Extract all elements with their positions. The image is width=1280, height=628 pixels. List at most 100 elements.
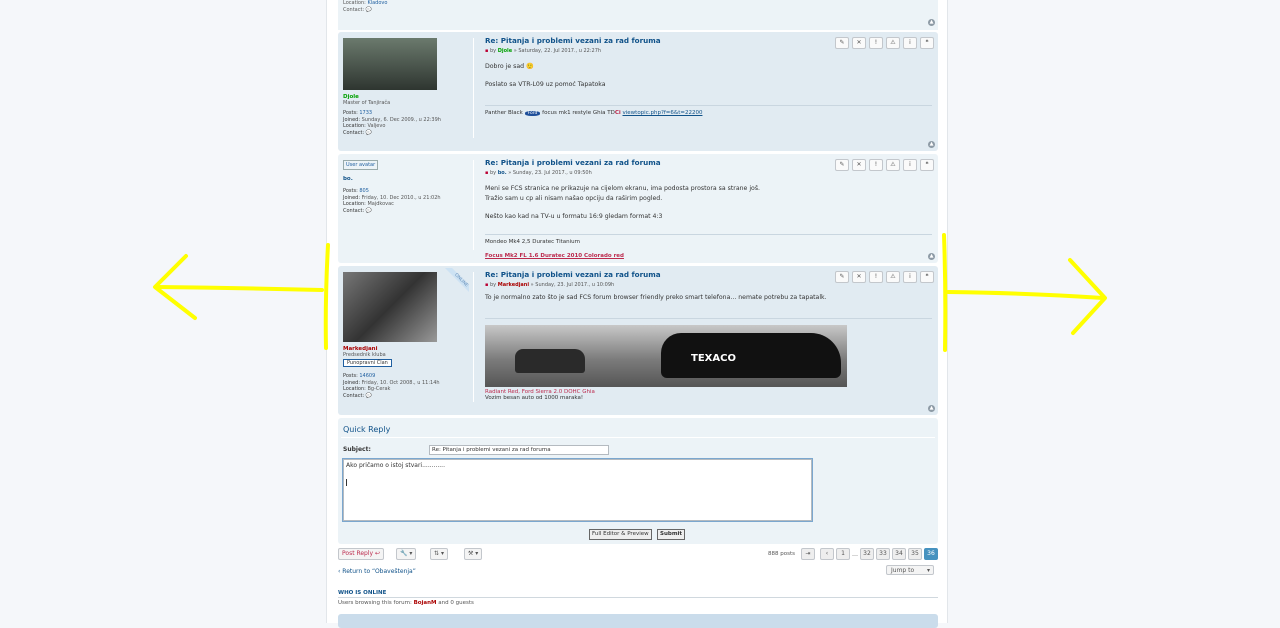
contact-icon[interactable]: 💬 xyxy=(366,393,372,399)
user-rank: Predsednik kluba xyxy=(343,352,386,358)
jump-page-icon[interactable]: ⇥ xyxy=(801,548,815,560)
quick-reply: Quick Reply Subject: Re: Pitanja i probl… xyxy=(338,418,938,544)
post-djole: Djole Master of Tanjirača Posts: 1733 Jo… xyxy=(338,32,938,151)
return-link[interactable]: ‹ Return to “Obaveštenja” xyxy=(338,568,416,575)
banner-text: TEXACO xyxy=(691,353,736,364)
left-arrowhead-icon xyxy=(153,254,197,320)
contact-icon[interactable]: 💬 xyxy=(366,7,372,13)
current-page[interactable]: 36 xyxy=(924,548,938,560)
sort-icon: ⇅ xyxy=(434,550,440,557)
divider xyxy=(338,597,938,598)
edit-icon[interactable]: ✎ xyxy=(835,37,849,49)
report-icon[interactable]: ! xyxy=(869,159,883,171)
divider xyxy=(473,272,474,402)
post-body: Re: Pitanja i problemi vezani za rad for… xyxy=(485,158,932,259)
contact-icon[interactable]: 💬 xyxy=(366,208,372,214)
signature: TEXACO Radiant Red, Ford Sierra 2.0 DOHC… xyxy=(485,318,932,401)
warn-icon[interactable]: ⚠ xyxy=(886,159,900,171)
action-bar: Post Reply ↩ 🔧 ▾ ⇅ ▾ ⚒ ▾ 888 posts ⇥ ‹ 1… xyxy=(338,548,938,560)
edit-icon[interactable]: ✎ xyxy=(835,159,849,171)
profile-contact[interactable]: Contact: 💬 xyxy=(343,130,468,137)
divider xyxy=(473,38,474,138)
car-image xyxy=(661,333,841,378)
delete-icon[interactable]: ✕ xyxy=(852,37,866,49)
warn-icon[interactable]: ⚠ xyxy=(886,271,900,283)
right-arrow-icon xyxy=(946,290,1105,300)
page-ellipsis: … xyxy=(852,550,858,558)
back-to-top-icon[interactable]: ▲ xyxy=(928,405,935,412)
divider xyxy=(341,437,935,438)
back-to-top-icon[interactable]: ▲ xyxy=(928,19,935,26)
avatar xyxy=(343,38,437,90)
profile-contact[interactable]: Contact: 💬 xyxy=(343,208,468,215)
footer-navbar xyxy=(338,614,938,628)
subject-input[interactable]: Re: Pitanja i problemi vezani za rad for… xyxy=(429,445,609,455)
wrench-icon: 🔧 xyxy=(400,550,408,557)
prev-page-icon[interactable]: ‹ xyxy=(820,548,834,560)
page-link[interactable]: 35 xyxy=(908,548,922,560)
post-tools: ✎ ✕ ! ⚠ i ❝ xyxy=(835,271,934,283)
message-textarea[interactable]: Ako pričamo o istoj stvari............ xyxy=(342,458,813,522)
info-icon[interactable]: i xyxy=(903,271,917,283)
post-count: 888 posts xyxy=(768,551,795,557)
subject-label: Subject: xyxy=(343,446,371,453)
full-editor-button[interactable]: Full Editor & Preview xyxy=(589,529,652,540)
prev-location: Location: Kladovo xyxy=(343,0,388,6)
back-to-top-icon[interactable]: ▲ xyxy=(928,253,935,260)
post-icon[interactable]: ▪ xyxy=(485,170,488,176)
tools-dropdown[interactable]: 🔧 ▾ xyxy=(396,548,417,560)
submit-button[interactable]: Submit xyxy=(657,529,686,540)
car-image xyxy=(515,349,585,373)
report-icon[interactable]: ! xyxy=(869,37,883,49)
page-link[interactable]: 32 xyxy=(860,548,874,560)
post-content: Dobro je sad 🙂 Poslato sa VTR-L09 uz pom… xyxy=(485,62,932,89)
post-content: Meni se FCS stranica ne prikazuje na cij… xyxy=(485,184,932,222)
right-arrowhead-icon xyxy=(1068,258,1107,335)
signature-banner: TEXACO xyxy=(485,325,847,387)
post-icon[interactable]: ▪ xyxy=(485,282,488,288)
post-content: To je normalno zato što je sad FCS forum… xyxy=(485,293,932,302)
content-line: Tražio sam u cp ali nisam našao opciju d… xyxy=(485,194,663,202)
moderator-dropdown[interactable]: ⚒ ▾ xyxy=(464,548,483,560)
quote-icon[interactable]: ❝ xyxy=(920,271,934,283)
hammer-icon: ⚒ xyxy=(468,550,474,557)
profile-contact[interactable]: Contact: 💬 xyxy=(343,393,468,400)
prev-contact[interactable]: Contact: 💬 xyxy=(343,7,372,14)
back-to-top-icon[interactable]: ▲ xyxy=(928,141,935,148)
sort-dropdown[interactable]: ⇅ ▾ xyxy=(430,548,448,560)
post-icon[interactable]: ▪ xyxy=(485,48,488,54)
avatar xyxy=(343,272,437,342)
content-line: Dobro je sad 🙂 xyxy=(485,63,534,70)
signature-link[interactable]: Focus Mk2 FL 1.6 Duratec 2010 Colorado r… xyxy=(485,253,932,259)
who-is-online-text: Users browsing this forum: BojanM and 0 … xyxy=(338,600,474,606)
report-icon[interactable]: ! xyxy=(869,271,883,283)
info-icon[interactable]: i xyxy=(903,37,917,49)
message-text: Ako pričamo o istoj stvari............ xyxy=(346,462,445,469)
post-reply-button[interactable]: Post Reply ↩ xyxy=(338,548,385,560)
signature: Mondeo Mk4 2,5 Duratec Titanium Focus Mk… xyxy=(485,233,932,259)
rank-badge: Punopravni Član xyxy=(343,359,392,367)
signature-link[interactable]: viewtopic.php?f=6&t=22200 xyxy=(623,110,703,116)
pagination: 888 posts ⇥ ‹ 1 … 32 33 34 35 36 xyxy=(768,548,938,560)
page-link[interactable]: 33 xyxy=(876,548,890,560)
quote-icon[interactable]: ❝ xyxy=(920,159,934,171)
post-markedjani: ONLINE Markedjani Predsednik kluba Punop… xyxy=(338,266,938,415)
jump-to-dropdown[interactable]: Jump to ▾ xyxy=(886,565,934,575)
post-body: Re: Pitanja i problemi vezani za rad for… xyxy=(485,270,932,401)
delete-icon[interactable]: ✕ xyxy=(852,159,866,171)
contact-icon[interactable]: 💬 xyxy=(366,130,372,136)
who-is-online-heading[interactable]: WHO IS ONLINE xyxy=(338,590,386,596)
online-user[interactable]: BojanM xyxy=(414,600,437,606)
post-tools: ✎ ✕ ! ⚠ i ❝ xyxy=(835,37,934,49)
warn-icon[interactable]: ⚠ xyxy=(886,37,900,49)
info-icon[interactable]: i xyxy=(903,159,917,171)
user-rank: Master of Tanjirača xyxy=(343,100,391,106)
page-link[interactable]: 1 xyxy=(836,548,850,560)
content-line: Nešto kao kad na TV-u u formatu 16:9 gle… xyxy=(485,213,663,220)
edit-icon[interactable]: ✎ xyxy=(835,271,849,283)
delete-icon[interactable]: ✕ xyxy=(852,271,866,283)
avatar: User avatar xyxy=(343,160,379,170)
page-link[interactable]: 34 xyxy=(892,548,906,560)
quote-icon[interactable]: ❝ xyxy=(920,37,934,49)
post-bo: User avatar bo. Posts: 805 Joined: Frida… xyxy=(338,154,938,263)
